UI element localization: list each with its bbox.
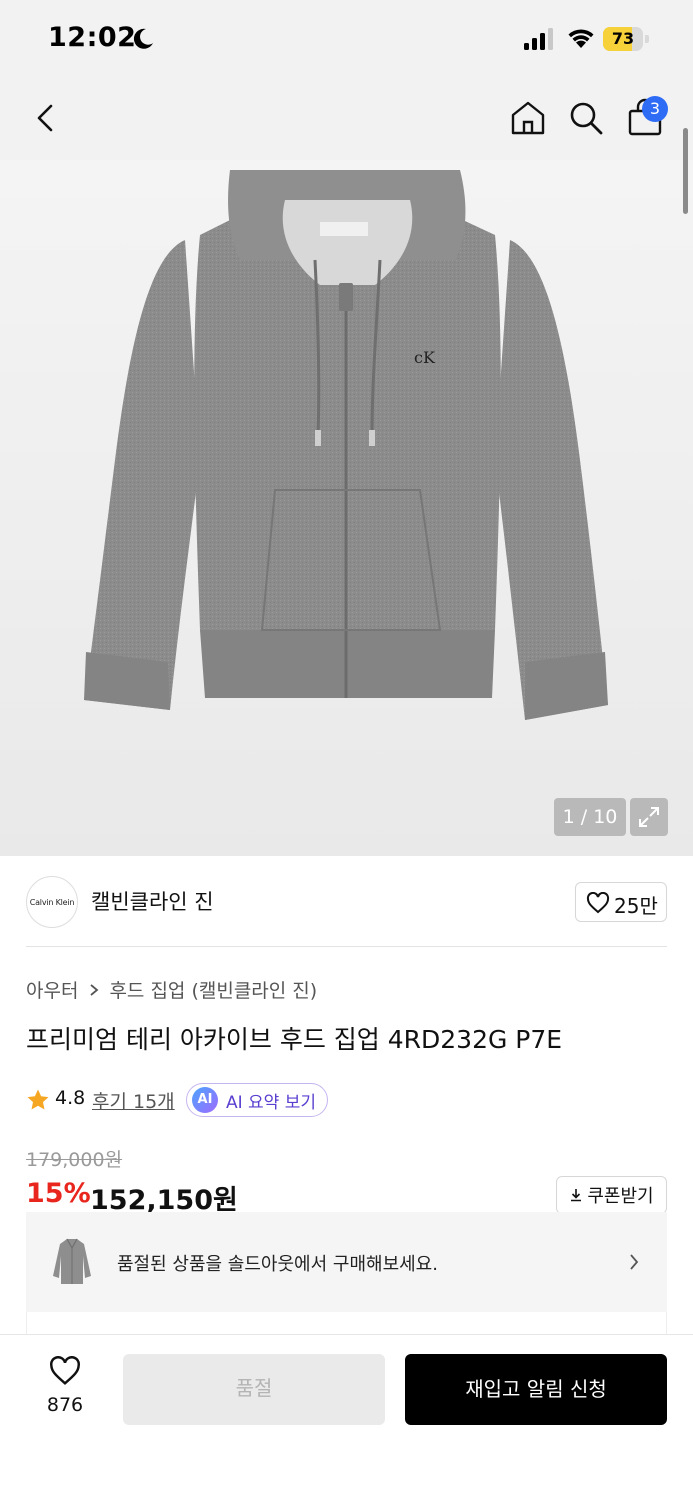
breadcrumb: 아우터 후드 집업 (캘빈클라인 진) <box>26 976 317 1003</box>
ai-badge-icon: AI <box>192 1087 218 1113</box>
star-icon <box>27 1089 49 1110</box>
cellular-signal-icon <box>524 28 553 50</box>
search-icon <box>570 102 603 135</box>
brand-logo-text: Calvin Klein <box>29 897 75 907</box>
chevron-right-icon <box>90 983 99 996</box>
soldout-banner-text: 품절된 상품을 솔드아웃에서 구매해보세요. <box>117 1254 438 1275</box>
battery-level: 73 <box>611 29 635 48</box>
review-link[interactable]: 후기 15개 <box>92 1087 175 1114</box>
download-icon <box>571 1189 582 1202</box>
product-image-gallery[interactable]: cK <box>0 160 693 856</box>
wifi-icon <box>568 29 594 48</box>
product-title: 프리미엄 테리 아카이브 후드 집업 4RD232G P7E <box>26 1025 563 1054</box>
content-continuation <box>26 1312 667 1334</box>
ai-summary-button[interactable]: AI AI 요약 보기 <box>186 1083 329 1117</box>
brand-logo[interactable]: Calvin Klein <box>26 876 78 928</box>
soldout-button: 품절 <box>123 1354 385 1425</box>
home-button[interactable] <box>508 98 548 138</box>
scroll-indicator <box>683 128 688 214</box>
brand-like-button[interactable]: 25만 <box>575 882 667 922</box>
breadcrumb-category[interactable]: 아우터 <box>26 976 78 1003</box>
status-bar: 12:02 73 <box>0 0 693 80</box>
image-counter: 1 / 10 <box>554 798 626 836</box>
soldout-banner[interactable]: 품절된 상품을 솔드아웃에서 구매해보세요. <box>26 1212 667 1312</box>
coupon-label: 쿠폰받기 <box>587 1186 654 1207</box>
product-image: cK <box>84 170 608 720</box>
status-time: 12:02 <box>48 22 137 53</box>
ai-summary-label: AI 요약 보기 <box>226 1092 317 1113</box>
restock-alert-button[interactable]: 재입고 알림 신청 <box>405 1354 667 1425</box>
brand-name[interactable]: 캘빈클라인 진 <box>91 886 214 916</box>
wish-count: 876 <box>46 1394 84 1416</box>
hoodie-thumbnail <box>53 1238 91 1284</box>
chest-logo: cK <box>414 348 436 367</box>
moon-icon <box>133 28 153 49</box>
wish-button[interactable]: 876 <box>30 1354 100 1424</box>
coupon-button[interactable]: 쿠폰받기 <box>556 1176 667 1214</box>
heart-icon <box>50 1356 80 1385</box>
chevron-right-icon <box>630 1254 639 1270</box>
battery-indicator: 73 <box>603 27 649 51</box>
discount-rate: 15% <box>26 1178 91 1209</box>
cart-count-badge: 3 <box>642 96 668 122</box>
rating-value: 4.8 <box>55 1087 86 1109</box>
back-button[interactable] <box>26 98 66 138</box>
brand-like-count: 25만 <box>614 894 658 918</box>
expand-icon <box>639 807 659 827</box>
search-button[interactable] <box>566 98 606 138</box>
breadcrumb-subcategory[interactable]: 후드 집업 (캘빈클라인 진) <box>109 976 317 1003</box>
expand-image-button[interactable] <box>630 798 668 836</box>
home-icon <box>511 101 545 135</box>
original-price: 179,000원 <box>26 1149 123 1171</box>
divider <box>26 946 667 947</box>
nav-bar <box>0 80 693 160</box>
heart-icon <box>586 892 610 914</box>
back-icon <box>37 104 53 132</box>
